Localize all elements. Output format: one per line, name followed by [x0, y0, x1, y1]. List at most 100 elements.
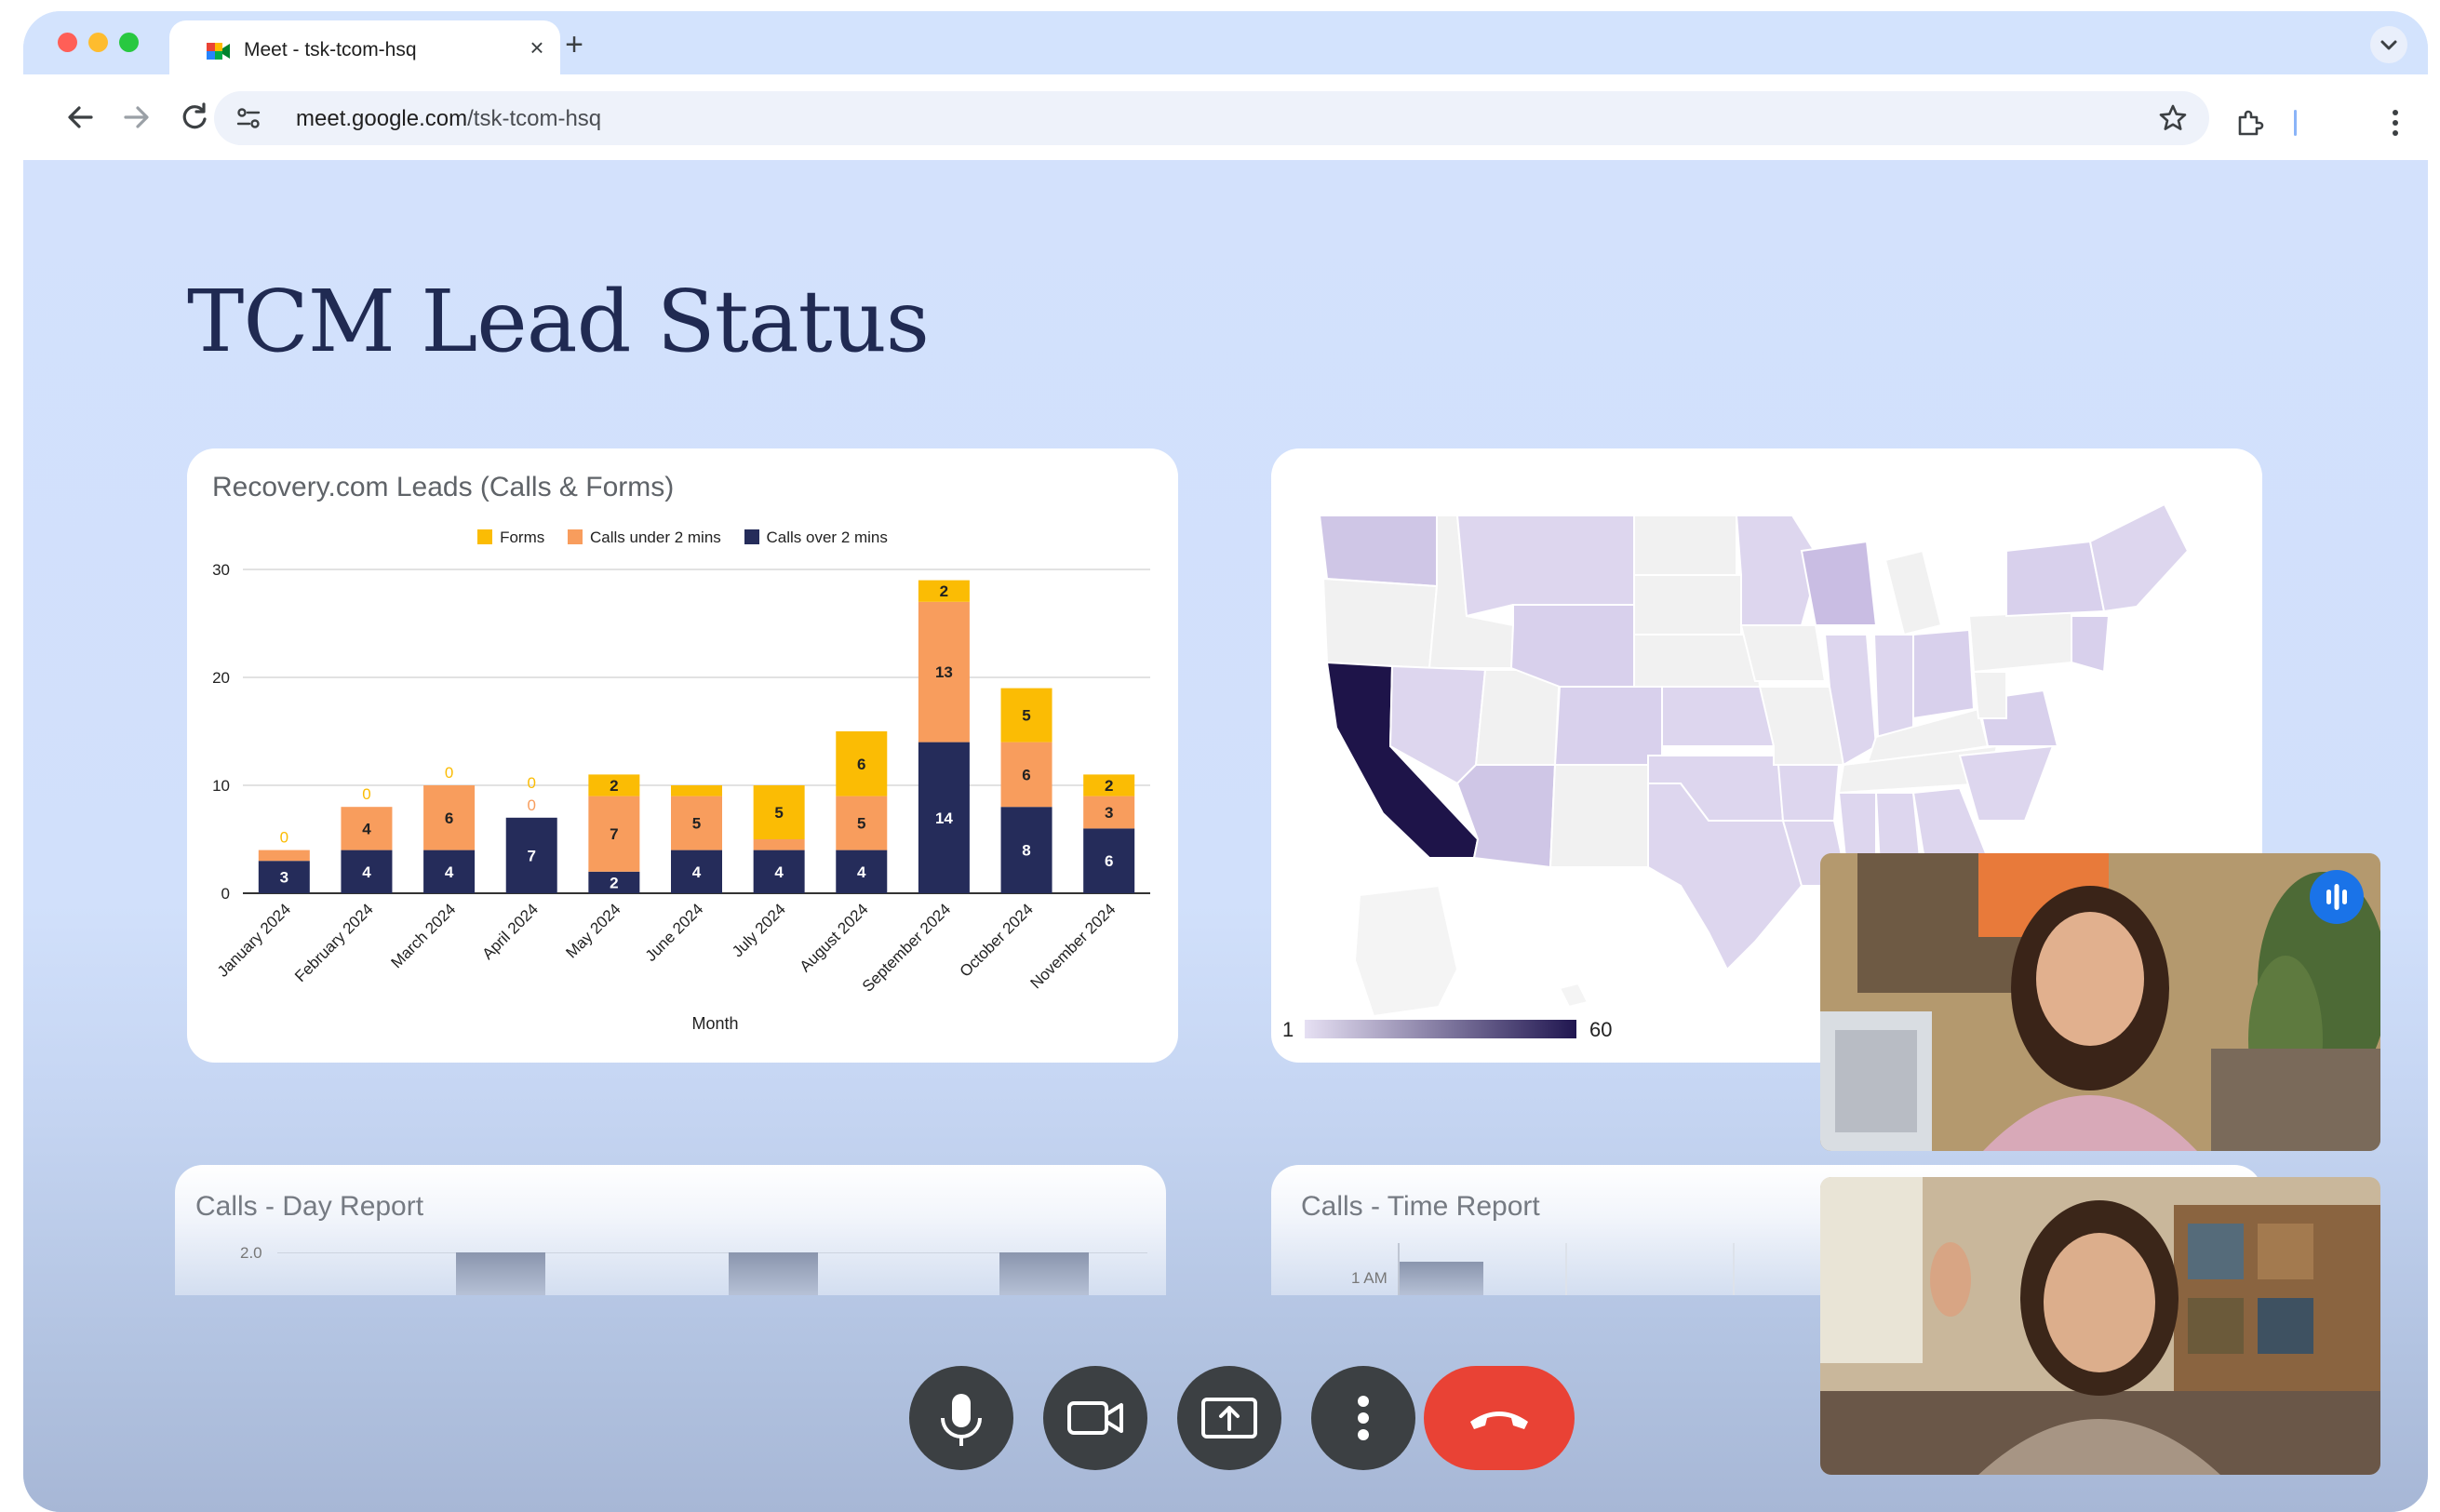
toolbar-divider	[2294, 110, 2297, 136]
url-text: meet.google.com/tsk-tcom-hsq	[296, 106, 601, 132]
new-tab-button[interactable]: +	[556, 26, 593, 63]
bookmark-star-icon[interactable]	[2157, 102, 2189, 134]
url-host: meet.google.com	[296, 106, 468, 131]
y-tick-label: 20	[212, 669, 230, 687]
data-label: 4	[692, 863, 702, 881]
participant-video-1	[1820, 853, 2380, 1151]
bar-segment	[258, 850, 310, 862]
data-label: 4	[362, 820, 371, 837]
data-label: 4	[774, 863, 784, 881]
bar-segment	[753, 839, 805, 850]
site-settings-icon[interactable]	[235, 104, 262, 132]
time-report-bar	[1400, 1262, 1483, 1295]
url-path: /tsk-tcom-hsq	[467, 106, 602, 131]
x-tick-label: July 2024	[729, 900, 789, 960]
data-label: 13	[935, 663, 953, 681]
participant-tile-1[interactable]	[1820, 853, 2380, 1151]
map-region-new-mexico	[1548, 764, 1649, 868]
y-tick-label: 0	[221, 885, 230, 903]
data-label: 2	[1105, 777, 1113, 795]
map-region-carolinas	[1958, 744, 2055, 822]
more-options-button[interactable]	[1311, 1366, 1415, 1470]
page-title: TCM Lead Status	[187, 272, 930, 371]
y-tick-label: 30	[212, 561, 230, 579]
time-report-title: Calls - Time Report	[1301, 1191, 1540, 1222]
audio-level-icon	[2326, 884, 2347, 910]
video-camera-icon	[1067, 1401, 1123, 1435]
extensions-puzzle-icon[interactable]	[2234, 108, 2264, 138]
data-label: 0	[362, 785, 370, 803]
data-label: 2	[940, 582, 948, 600]
forward-arrow-icon[interactable]	[114, 95, 159, 140]
map-region-wyoming	[1509, 604, 1635, 688]
camera-button[interactable]	[1043, 1366, 1147, 1470]
data-label: 6	[1022, 766, 1030, 783]
meet-stage: TCM Lead Status Recovery.com Leads (Call…	[23, 160, 2428, 1512]
map-region-montana	[1455, 515, 1635, 618]
data-label: 4	[445, 863, 454, 881]
map-region-nebraska	[1633, 634, 1762, 688]
data-label: 6	[857, 756, 865, 773]
x-tick-label: October 2024	[957, 900, 1037, 980]
leads-bar-chart: 010203030January 2024440February 2024460…	[212, 561, 1150, 1033]
time-report-gridline	[1733, 1243, 1735, 1295]
tab-close-icon[interactable]: ×	[523, 33, 551, 61]
address-bar[interactable]: meet.google.com/tsk-tcom-hsq	[214, 91, 2209, 145]
x-tick-label: November 2024	[1027, 900, 1119, 992]
present-screen-button[interactable]	[1177, 1366, 1281, 1470]
day-report-tick: 2.0	[240, 1244, 262, 1262]
browser-toolbar: meet.google.com/tsk-tcom-hsq	[23, 74, 2428, 160]
minimize-window-button[interactable]	[88, 33, 108, 52]
back-arrow-icon[interactable]	[58, 95, 102, 140]
leads-chart-card: Recovery.com Leads (Calls & Forms) Forms…	[187, 448, 1178, 1063]
microphone-button[interactable]	[909, 1366, 1013, 1470]
meet-logo-icon	[207, 43, 230, 60]
map-region-wisconsin	[1800, 540, 1878, 626]
microphone-icon	[941, 1394, 982, 1446]
x-tick-label: March 2024	[387, 900, 459, 971]
tab-strip: Meet - tsk-tcom-hsq × +	[23, 11, 2428, 84]
map-region-new-england	[2088, 502, 2190, 613]
map-region-new-york	[2005, 540, 2106, 618]
reload-icon[interactable]	[172, 95, 217, 140]
tab-title: Meet - tsk-tcom-hsq	[244, 39, 417, 60]
map-region-alaska	[1353, 884, 1459, 1018]
x-tick-label: April 2024	[478, 900, 542, 963]
data-label: 0	[280, 829, 288, 847]
data-label: 2	[610, 777, 618, 795]
tab-search-button[interactable]	[2370, 26, 2407, 63]
data-label: 7	[610, 825, 618, 843]
x-tick-label: June 2024	[642, 900, 707, 965]
time-report-tick: 1 AM	[1351, 1269, 1388, 1287]
map-region-pennsylvania	[1967, 609, 2072, 674]
map-region-south-dakota	[1633, 574, 1742, 636]
data-label: 0	[445, 764, 453, 782]
leave-call-button[interactable]	[1424, 1366, 1575, 1470]
map-region-washington	[1318, 515, 1438, 588]
map-region-kansas	[1661, 686, 1776, 747]
day-report-title: Calls - Day Report	[195, 1191, 424, 1222]
close-window-button[interactable]	[58, 33, 77, 52]
map-region-hawaii	[1558, 982, 1589, 1009]
present-screen-icon	[1201, 1398, 1257, 1438]
data-label: 0	[527, 774, 535, 792]
day-report-bar	[999, 1252, 1089, 1295]
maximize-window-button[interactable]	[119, 33, 139, 52]
map-region-north-dakota	[1633, 515, 1737, 576]
map-region-iowa	[1739, 624, 1827, 682]
more-vert-icon	[1358, 1396, 1369, 1440]
map-legend-min: 1	[1282, 1018, 1294, 1041]
map-region-michigan	[1884, 549, 1943, 636]
map-legend-max: 60	[1589, 1018, 1613, 1041]
more-vert-icon[interactable]	[2384, 106, 2406, 140]
data-label: 8	[1022, 842, 1030, 860]
data-label: 7	[527, 847, 535, 864]
data-label: 6	[445, 810, 453, 827]
day-report-bar	[456, 1252, 545, 1295]
speaking-indicator	[2310, 870, 2364, 924]
data-label: 3	[280, 869, 288, 887]
data-label: 5	[1022, 707, 1030, 725]
bar-segment	[671, 785, 722, 796]
participant-tile-2[interactable]	[1820, 1177, 2380, 1475]
x-tick-label: May 2024	[562, 900, 623, 961]
